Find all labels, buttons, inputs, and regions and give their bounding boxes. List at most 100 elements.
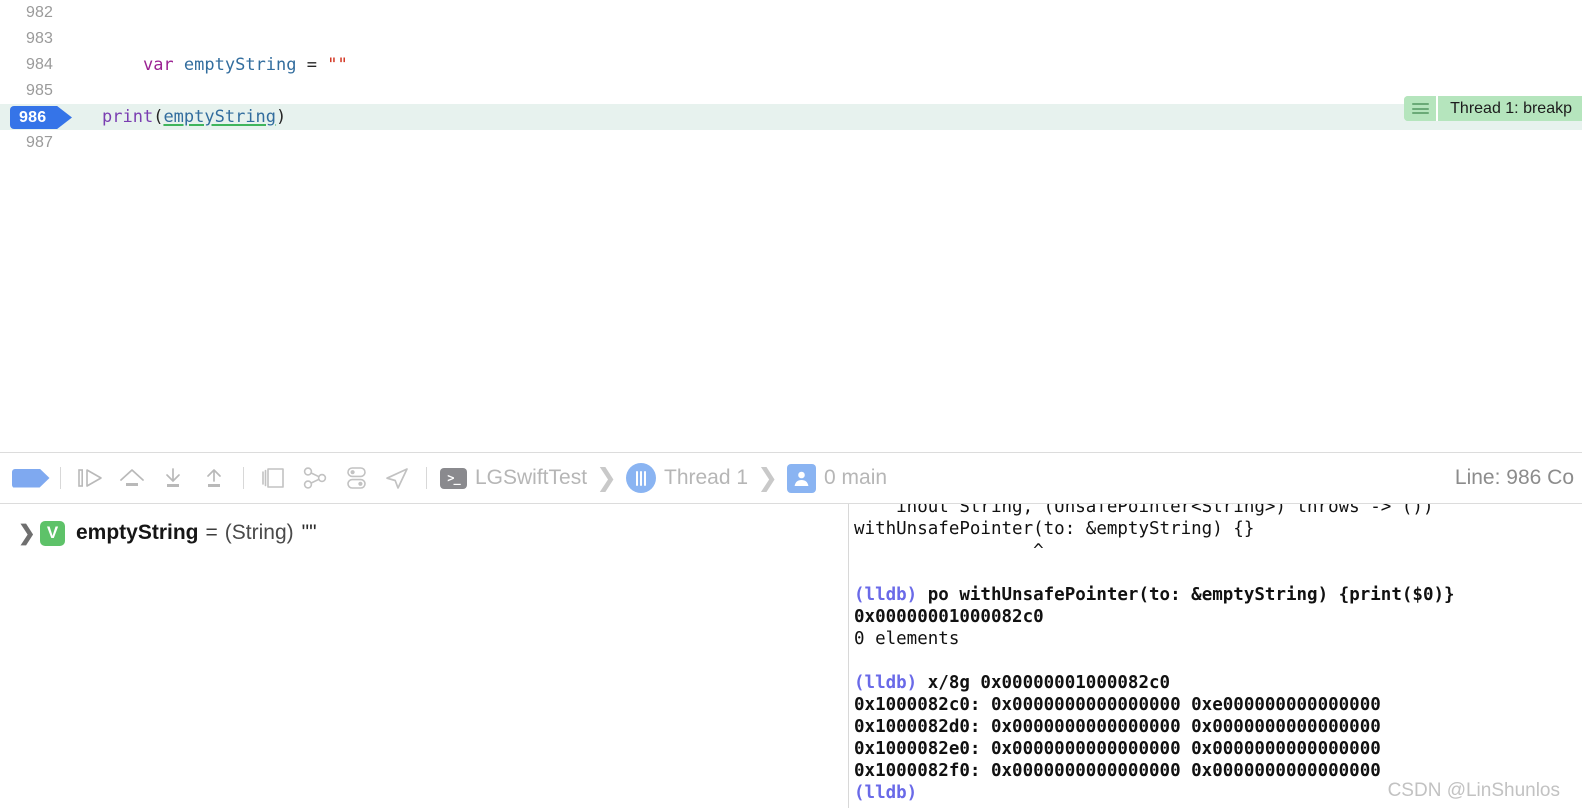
lldb-prompt: (lldb) <box>854 585 918 605</box>
continue-button[interactable] <box>70 461 111 495</box>
breadcrumb-chevron-2: ❯ <box>757 464 779 492</box>
console-line: 0x00000001000082c0 <box>854 606 1582 628</box>
breakpoint-annotation-banner[interactable]: Thread 1: breakp <box>1404 96 1582 121</box>
line-number[interactable]: 982 <box>0 4 62 22</box>
code-token: emptyString <box>163 107 277 127</box>
step-out-icon <box>206 469 221 487</box>
console-line: 0x1000082f0: 0x0000000000000000 0x000000… <box>854 760 1582 782</box>
annotation-menu-icon[interactable] <box>1404 96 1437 121</box>
code-token: ) <box>276 107 287 127</box>
toolbar-divider-3 <box>426 467 427 489</box>
step-over-icon <box>119 469 144 486</box>
breakpoint-flag-icon <box>11 468 50 488</box>
disclosure-chevron-icon[interactable]: ❯ <box>18 521 40 546</box>
console-text: 0x1000082e0: 0x0000000000000000 0x000000… <box>854 739 1381 759</box>
breakpoints-toggle[interactable] <box>10 461 51 495</box>
debug-view-hierarchy-button[interactable] <box>253 461 294 495</box>
variable-type: (String) <box>224 521 294 544</box>
code-editor[interactable]: 982 983 984 var emptyString = "" 985 986 prin… <box>0 0 1582 452</box>
location-arrow-icon <box>385 468 408 489</box>
breakpoint-marker[interactable]: 986 <box>10 106 72 129</box>
variables-view[interactable]: ❯ V emptyString = (String) "" <box>0 504 848 808</box>
code-line[interactable]: 983 <box>0 26 1582 52</box>
console-text: 0x1000082c0: 0x0000000000000000 0xe00000… <box>854 695 1381 715</box>
code-text: var emptyString = "" <box>76 55 348 75</box>
breadcrumb-thread-label: Thread 1 <box>664 466 749 489</box>
breadcrumb-item-thread[interactable]: Thread 1 <box>626 463 748 493</box>
console-text: ^ <box>854 541 1044 561</box>
code-token: var <box>142 55 174 75</box>
variable-value: "" <box>301 521 317 544</box>
console-line: 0x1000082c0: 0x0000000000000000 0xe00000… <box>854 694 1582 716</box>
lldb-prompt: (lldb) <box>854 783 918 803</box>
xcode-debug-window: 982 983 984 var emptyString = "" 985 986 prin… <box>0 0 1582 808</box>
view-hierarchy-icon <box>261 468 284 488</box>
line-number[interactable]: 987 <box>0 134 62 152</box>
console-line: 0x1000082e0: 0x0000000000000000 0x000000… <box>854 738 1582 760</box>
code-text: print(emptyString) <box>76 107 286 127</box>
breadcrumb-chevron-1: ❯ <box>596 464 617 492</box>
console-output[interactable]: inout String, (UnsafePointer<String>) th… <box>849 504 1582 808</box>
step-into-icon <box>165 468 180 487</box>
step-out-button[interactable] <box>193 461 234 495</box>
terminal-icon: >_ <box>440 467 467 489</box>
code-token: print <box>102 107 154 127</box>
console-text: 0x00000001000082c0 <box>854 607 1044 627</box>
console-line: inout String, (UnsafePointer<String>) th… <box>854 504 1582 518</box>
variable-name: emptyString <box>76 521 199 544</box>
continue-icon <box>77 469 102 487</box>
console-line: (lldb) x/8g 0x00000001000082c0 <box>854 672 1582 694</box>
toolbar-divider <box>60 467 61 489</box>
environment-overrides-button[interactable] <box>335 461 376 495</box>
memory-graph-icon <box>303 467 326 489</box>
console-line: (lldb) <box>854 782 1582 804</box>
breadcrumb-item-process[interactable]: >_ LGSwiftTest <box>440 466 587 490</box>
variable-kind-badge: V <box>40 520 65 546</box>
code-line[interactable]: 987 <box>0 130 1582 156</box>
console-text: 0x1000082f0: 0x0000000000000000 0x000000… <box>854 761 1381 781</box>
code-line[interactable]: 985 <box>0 78 1582 104</box>
variable-equals: = <box>205 521 218 544</box>
step-into-button[interactable] <box>152 461 193 495</box>
line-number[interactable]: 985 <box>0 82 62 100</box>
memory-graph-button[interactable] <box>294 461 335 495</box>
annotation-text: Thread 1: breakp <box>1450 99 1572 117</box>
console-text: 0 elements <box>854 629 960 649</box>
console-text: withUnsafePointer(to: &emptyString) {} <box>854 519 1255 539</box>
line-number[interactable]: 984 <box>0 56 62 74</box>
debug-area: ❯ V emptyString = (String) "" inout Stri… <box>0 503 1582 808</box>
code-token: = <box>296 55 328 75</box>
line-status: Line: 986 Co <box>1454 466 1574 489</box>
console-text: 0x1000082d0: 0x0000000000000000 0x000000… <box>854 717 1381 737</box>
code-token: emptyString <box>183 55 297 75</box>
console-text: x/8g 0x00000001000082c0 <box>917 673 1171 693</box>
debug-toolbar: >_ LGSwiftTest ❯ Thread 1 ❯ 0 main Line:… <box>0 452 1582 503</box>
code-line[interactable]: 984 var emptyString = "" <box>0 52 1582 78</box>
console-line: 0x1000082d0: 0x0000000000000000 0x000000… <box>854 716 1582 738</box>
breakpoint-gutter[interactable]: 986 <box>0 104 76 130</box>
breadcrumb-item-frame[interactable]: 0 main <box>787 463 888 493</box>
code-line[interactable]: 982 <box>0 0 1582 26</box>
toolbar-divider-2 <box>243 467 244 489</box>
console-line-list: inout String, (UnsafePointer<String>) th… <box>854 504 1582 804</box>
code-line[interactable]: 986 print(emptyString) <box>0 104 1582 130</box>
simulate-location-button[interactable] <box>376 461 417 495</box>
breadcrumb-process-label: LGSwiftTest <box>475 466 588 489</box>
code-token: "" <box>327 55 348 75</box>
code-line-list: 982 983 984 var emptyString = "" 985 986 prin… <box>0 0 1582 156</box>
variable-row[interactable]: ❯ V emptyString = (String) "" <box>0 518 848 548</box>
console-text: po withUnsafePointer(to: &emptyString) {… <box>917 585 1455 605</box>
console-line: ^ <box>854 540 1582 562</box>
step-over-button[interactable] <box>111 461 152 495</box>
stack-frame-icon <box>787 463 817 493</box>
code-token: ( <box>153 107 164 127</box>
thread-icon <box>626 463 656 493</box>
console-text: inout String, (UnsafePointer<String>) th… <box>854 504 1434 517</box>
breadcrumb: >_ LGSwiftTest ❯ Thread 1 ❯ 0 main <box>440 463 887 493</box>
line-number[interactable]: 983 <box>0 30 62 48</box>
breadcrumb-frame-label: 0 main <box>824 466 888 489</box>
console-line: 0 elements <box>854 628 1582 650</box>
